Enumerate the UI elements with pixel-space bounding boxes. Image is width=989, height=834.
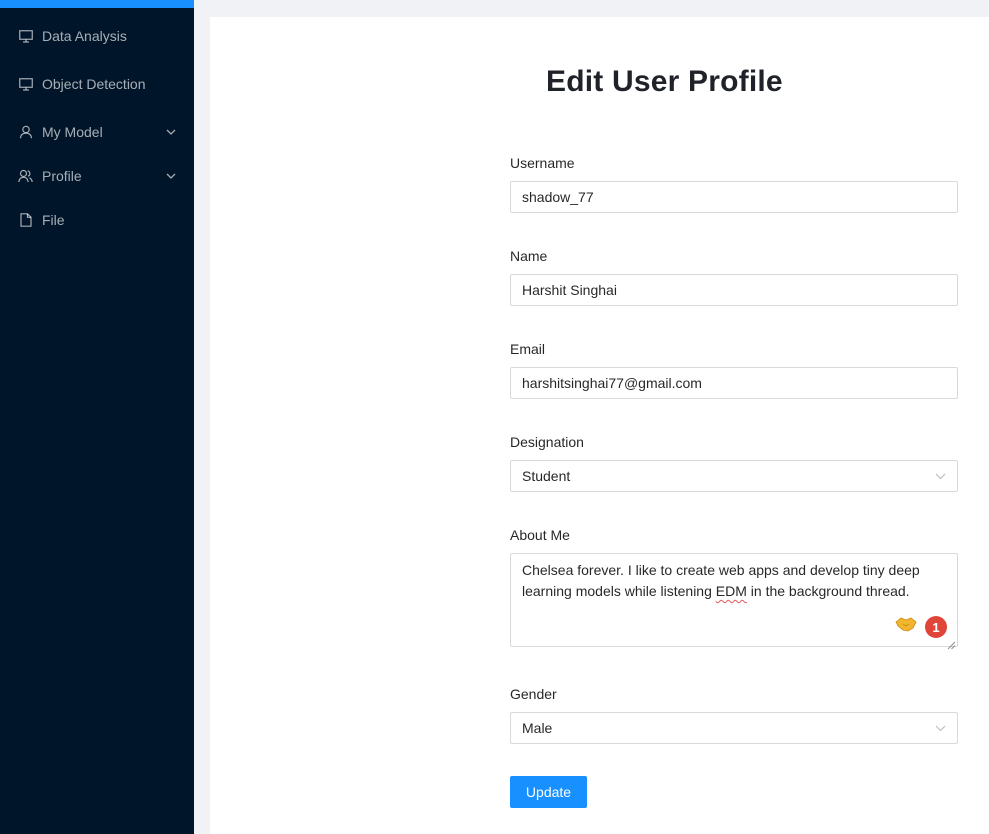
- username-input[interactable]: shadow_77: [510, 181, 958, 213]
- desktop-icon: [18, 29, 33, 44]
- designation-value: Student: [522, 468, 571, 484]
- name-label: Name: [510, 248, 548, 264]
- chevron-down-icon: [166, 171, 176, 181]
- page-title: Edit User Profile: [546, 65, 783, 98]
- email-input[interactable]: harshitsinghai77@gmail.com: [510, 367, 958, 399]
- chevron-down-icon: [166, 127, 176, 137]
- sidebar-accent-bar: [0, 0, 194, 8]
- sidebar-item-label: File: [42, 212, 65, 228]
- gender-value: Male: [522, 720, 553, 736]
- chevron-down-icon: [934, 722, 946, 734]
- sidebar-item-label: Object Detection: [42, 76, 146, 92]
- desktop-icon: [18, 77, 33, 92]
- user-icon: [18, 125, 33, 140]
- about-textarea[interactable]: Chelsea forever. I like to create web ap…: [510, 553, 958, 650]
- file-icon: [18, 213, 33, 228]
- main-content: Edit User Profile Username shadow_77 Nam…: [210, 17, 989, 834]
- gender-label: Gender: [510, 686, 557, 702]
- grammar-badge[interactable]: 1: [925, 616, 947, 638]
- sidebar-item-object-detection[interactable]: Object Detection: [0, 62, 194, 106]
- team-icon: [18, 169, 33, 184]
- misspelled-word: EDM: [715, 583, 747, 599]
- textarea-extension-icons: 1: [895, 616, 947, 638]
- sidebar-item-profile[interactable]: Profile: [0, 154, 194, 198]
- sidebar-item-file[interactable]: File: [0, 198, 194, 242]
- handshake-icon[interactable]: [895, 616, 917, 638]
- sidebar-item-label: Profile: [42, 168, 82, 184]
- about-label: About Me: [510, 527, 570, 543]
- gender-select[interactable]: Male: [510, 712, 958, 744]
- username-label: Username: [510, 155, 575, 171]
- sidebar-item-label: Data Analysis: [42, 28, 127, 44]
- sidebar-item-label: My Model: [42, 124, 103, 140]
- designation-select[interactable]: Student: [510, 460, 958, 492]
- sidebar-item-my-model[interactable]: My Model: [0, 110, 194, 154]
- update-button[interactable]: Update: [510, 776, 587, 808]
- resize-handle-icon[interactable]: [946, 635, 956, 650]
- email-label: Email: [510, 341, 546, 357]
- sidebar-menu: Data Analysis Object Detection My Model …: [0, 14, 194, 242]
- designation-label: Designation: [510, 434, 584, 450]
- sidebar: Data Analysis Object Detection My Model …: [0, 0, 194, 834]
- sidebar-item-data-analysis[interactable]: Data Analysis: [0, 14, 194, 58]
- chevron-down-icon: [934, 470, 946, 482]
- name-input[interactable]: Harshit Singhai: [510, 274, 958, 306]
- about-text-end: in the background thread.: [746, 583, 910, 599]
